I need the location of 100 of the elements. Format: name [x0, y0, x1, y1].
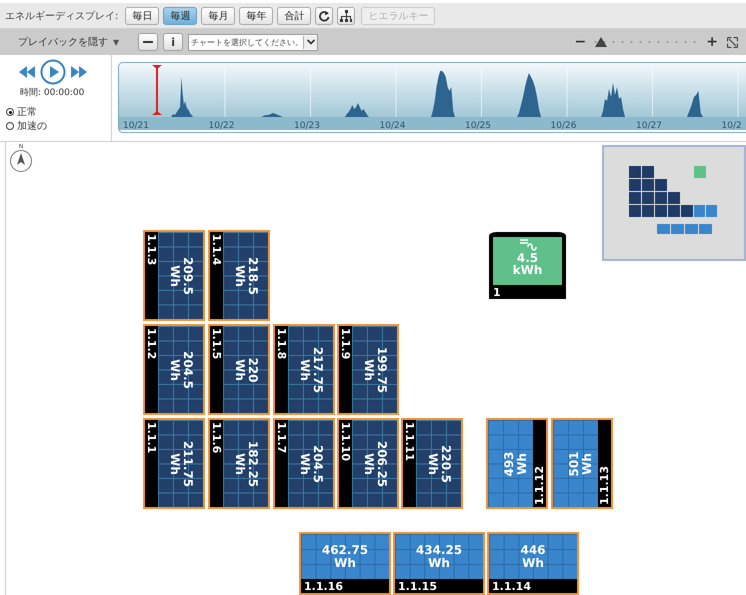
date-label: 10/26 [550, 121, 578, 131]
energy-value: 434.25 [416, 544, 462, 556]
solar-panel[interactable]: 1.1.9 199.75 Wh [337, 324, 399, 415]
energy-value: 501 [568, 450, 581, 476]
energy-value: 182.25 [246, 440, 258, 487]
panel-label: 1.1.8 [275, 328, 288, 360]
minus-button[interactable] [138, 33, 158, 51]
dropdown-arrow[interactable]: ▼ [113, 38, 120, 46]
energy-unit: Wh [362, 358, 374, 382]
timeline-panel[interactable]: 10/21 10/22 10/23 10/24 10/25 10/26 10/27 10/2 [118, 62, 746, 133]
energy-unit: Wh [333, 556, 357, 570]
fit-screen-icon[interactable] [727, 36, 738, 48]
date-label: 10/24 [380, 121, 406, 131]
speed-option[interactable]: 正常 [6, 105, 111, 119]
energy-unit: Wh [427, 556, 451, 570]
solar-panel[interactable]: 1.1.10 206.25 Wh [337, 418, 399, 509]
panel-label: 1.1.6 [210, 422, 223, 454]
inverter-tile[interactable]: 4.5 kWh 1 [489, 232, 566, 299]
toolbar-label: エネルギーディスプレイ: [5, 10, 118, 22]
play-icon[interactable] [40, 59, 66, 85]
energy-unit: Wh [232, 264, 246, 288]
solar-panel[interactable]: 1.1.3 209.5 Wh [143, 230, 205, 321]
panel-label: 1.1.9 [339, 328, 352, 360]
solar-panel[interactable]: 1.1.11 220.5 Wh [401, 418, 463, 509]
playhead-marker[interactable] [152, 65, 162, 115]
period-tab[interactable]: 毎日 [125, 6, 160, 24]
hide-playback-link[interactable]: プレイバックを隠す [18, 35, 108, 49]
energy-value: 211.75 [180, 440, 194, 487]
solar-panel[interactable]: 1.1.8 217.75 Wh [273, 324, 335, 415]
energy-unit: Wh [232, 452, 246, 476]
energy-unit: Wh [298, 358, 310, 382]
speed-option[interactable]: 加速の [6, 119, 111, 133]
solar-panel[interactable]: 434.25 Wh 1.1.15 [393, 532, 485, 595]
period-tab[interactable]: 毎週 [163, 6, 198, 24]
fast-forward-icon[interactable] [70, 66, 88, 78]
solar-panel[interactable]: 493 Wh 1.1.12 [486, 418, 548, 509]
refresh-icon[interactable] [318, 10, 330, 22]
time-readout: 時間: 00:00:00 [19, 86, 86, 99]
energy-unit: Wh [521, 556, 545, 570]
panel-label: 1.1.14 [492, 580, 531, 593]
panel-label: 1.1.3 [145, 234, 158, 266]
energy-unit: Wh [232, 358, 246, 382]
solar-panel[interactable]: 1.1.7 204.5 Wh [273, 418, 335, 509]
date-label: 10/21 [123, 121, 150, 131]
refresh-button[interactable] [315, 6, 334, 24]
energy-unit: Wh [168, 264, 180, 288]
energy-value: 204.5 [180, 350, 194, 388]
inverter-label: 1 [493, 286, 501, 298]
solar-panel[interactable]: 501 Wh 1.1.13 [551, 418, 613, 509]
solar-panel[interactable]: 1.1.5 220 Wh [208, 324, 270, 415]
energy-value: 209.5 [180, 256, 194, 294]
solar-panel[interactable]: 1.1.1 211.75 Wh [143, 418, 205, 509]
date-label: 10/23 [294, 121, 321, 131]
energy-unit: Wh [362, 452, 374, 476]
period-tab[interactable]: 合計 [277, 6, 312, 24]
energy-unit: Wh [516, 452, 529, 476]
period-tab[interactable]: 毎年 [239, 6, 274, 24]
hierarchy-button[interactable] [337, 6, 356, 24]
caret-icon[interactable] [303, 36, 318, 48]
energy-value: 217.75 [310, 346, 324, 393]
solar-panel[interactable]: 446 Wh 1.1.14 [487, 532, 579, 595]
panel-label: 1.1.12 [533, 466, 546, 505]
panel-label: 1.1.16 [304, 580, 343, 593]
period-tab[interactable]: 毎月 [201, 6, 236, 24]
panel-label: 1.1.5 [210, 328, 223, 360]
panel-label: 1.1.7 [275, 422, 288, 454]
minimap[interactable] [602, 145, 746, 261]
info-button[interactable]: i [163, 33, 184, 51]
energy-value: 220.5 [438, 444, 452, 482]
panel-label: 1.1.4 [210, 234, 223, 266]
energy-value: 206.25 [374, 440, 388, 487]
solar-panel[interactable]: 1.1.2 204.5 Wh [143, 324, 205, 415]
energy-value: 493 [502, 450, 516, 476]
energy-value: 220 [246, 356, 258, 382]
rewind-icon[interactable] [18, 66, 36, 78]
energy-value: 218.5 [246, 256, 258, 294]
panel-label: 1.1.2 [145, 328, 158, 360]
energy-value: 204.5 [310, 444, 324, 482]
energy-unit: Wh [168, 452, 180, 476]
solar-panel[interactable]: 462.75 Wh 1.1.16 [299, 532, 391, 595]
hierarchy-icon[interactable] [340, 10, 352, 22]
date-label: 10/25 [465, 121, 492, 131]
slider-thumb[interactable] [594, 37, 607, 47]
panel-label: 1.1.1 [145, 422, 158, 454]
energy-value: 462.75 [322, 544, 368, 556]
chart-select[interactable]: チャートを選択してください。 [188, 34, 318, 50]
zoom-in-button[interactable]: + [706, 34, 718, 50]
energy-value: 4.5 [516, 252, 538, 264]
panel-label: 1.1.15 [398, 580, 437, 593]
energy-unit: Wh [580, 452, 594, 476]
ac-dc-icon [518, 238, 536, 252]
panel-label: 1.1.11 [403, 422, 416, 461]
panel-label: 1.1.10 [339, 422, 352, 461]
energy-unit: Wh [426, 452, 438, 476]
zoom-out-button[interactable]: − [574, 34, 586, 50]
energy-unit: kWh [512, 264, 542, 276]
solar-panel[interactable]: 1.1.6 182.25 Wh [208, 418, 270, 509]
date-label: 10/22 [208, 121, 236, 131]
energy-value: 199.75 [374, 346, 388, 393]
solar-panel[interactable]: 1.1.4 218.5 Wh [208, 230, 270, 321]
